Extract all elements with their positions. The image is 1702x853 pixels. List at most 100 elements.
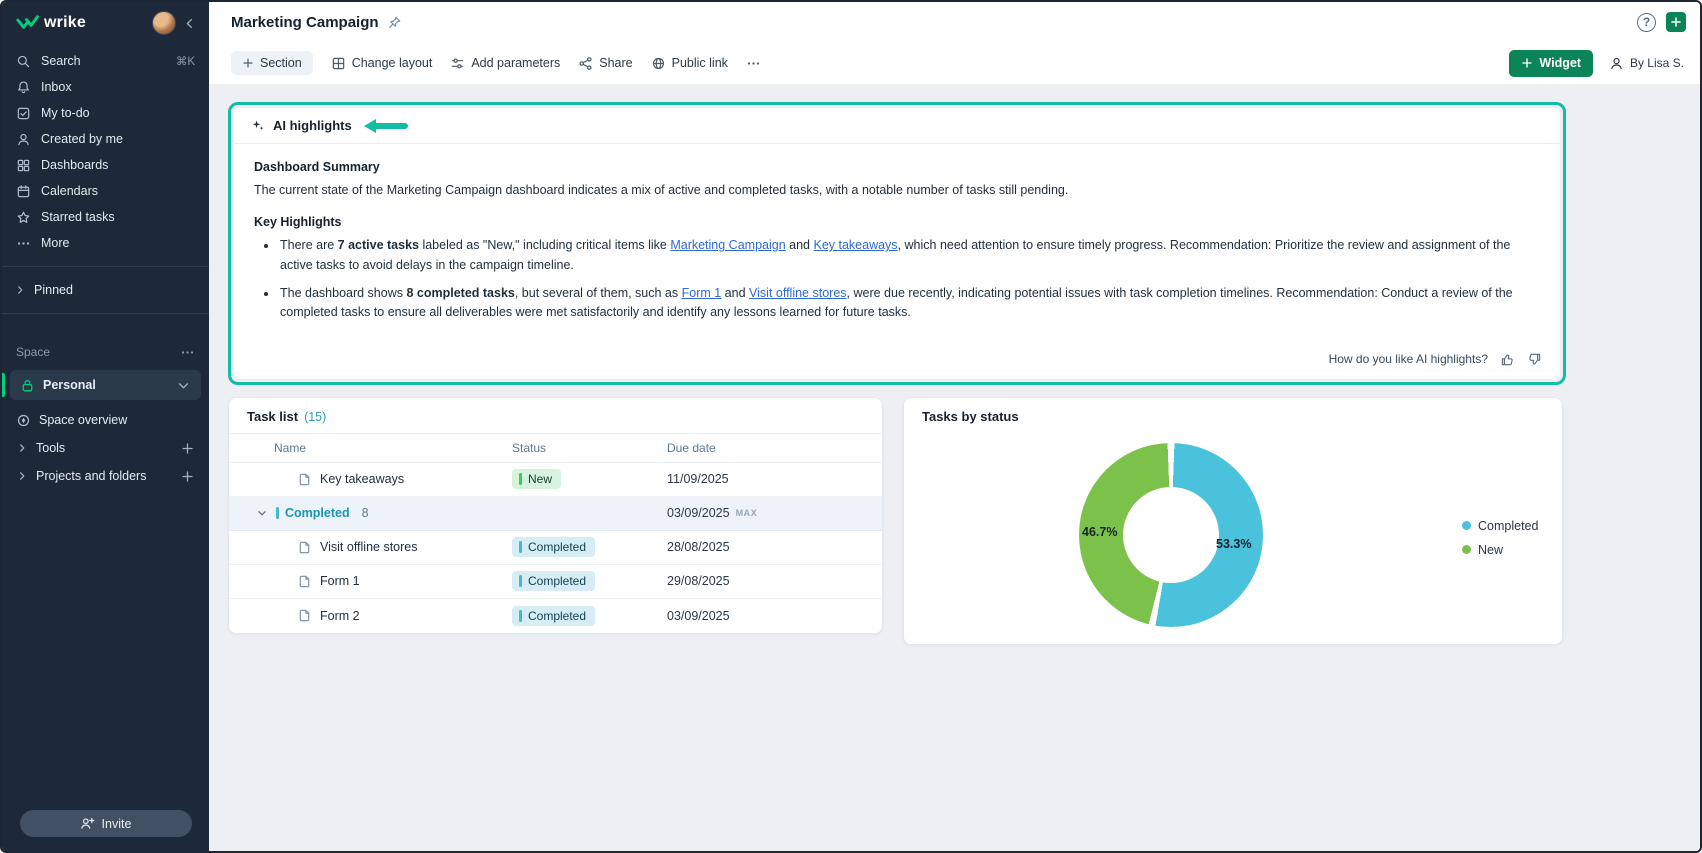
help-icon[interactable]: ? <box>1637 13 1656 32</box>
add-parameters-button[interactable]: Add parameters <box>450 56 560 71</box>
invite-button[interactable]: Invite <box>20 810 192 837</box>
change-layout-label: Change layout <box>352 56 433 70</box>
task-icon <box>297 574 312 589</box>
public-link-button[interactable]: Public link <box>651 56 728 71</box>
ellipsis-icon <box>16 236 31 251</box>
status-badge-completed[interactable]: Completed <box>512 606 595 626</box>
ellipsis-icon <box>746 56 761 71</box>
ai-highlights-title: AI highlights <box>273 118 352 133</box>
task-icon <box>297 540 312 555</box>
toolbar-more-button[interactable] <box>746 56 761 71</box>
sidebar-item-dashboards[interactable]: Dashboards <box>2 152 209 178</box>
column-header-name[interactable]: Name <box>229 441 512 455</box>
sidebar-item-projects-and-folders[interactable]: Projects and folders <box>2 462 209 490</box>
chart-legend: Completed New <box>1462 519 1538 557</box>
sidebar-pinned-toggle[interactable]: Pinned <box>2 277 209 303</box>
user-avatar[interactable] <box>152 11 176 35</box>
task-name: Form 1 <box>320 574 360 588</box>
change-layout-button[interactable]: Change layout <box>331 56 433 71</box>
task-name: Key takeaways <box>320 472 404 486</box>
sidebar-item-label: Starred tasks <box>41 210 115 224</box>
bold-segment: 8 completed tasks <box>406 286 514 300</box>
search-icon <box>16 54 31 69</box>
link-visit-offline-stores[interactable]: Visit offline stores <box>749 286 847 300</box>
completed-group-row[interactable]: Completed 8 03/09/2025 MAX <box>229 497 882 531</box>
legend-item-completed[interactable]: Completed <box>1462 519 1538 533</box>
table-row[interactable]: Visit offline stores Completed 28/08/202… <box>229 531 882 565</box>
sidebar-item-label: More <box>41 236 69 250</box>
thumbs-up-icon[interactable] <box>1500 352 1515 367</box>
status-badge-completed[interactable]: Completed <box>512 571 595 591</box>
sidebar-item-starred-tasks[interactable]: Starred tasks <box>2 204 209 230</box>
byline-filter[interactable]: By Lisa S. <box>1609 56 1684 71</box>
table-row[interactable]: Key takeaways New 11/09/2025 <box>229 463 882 497</box>
add-section-button[interactable]: Section <box>231 51 313 75</box>
group-status-label: Completed <box>276 506 350 520</box>
dashboard-toolbar: Section Change layout Add parameters Sha… <box>209 42 1700 84</box>
legend-dot <box>1462 545 1471 554</box>
widget-label: Widget <box>1539 56 1581 70</box>
due-date: 28/08/2025 <box>667 540 882 554</box>
sidebar-item-inbox[interactable]: Inbox <box>2 74 209 100</box>
due-date: 11/09/2025 <box>667 472 882 486</box>
link-form-1[interactable]: Form 1 <box>682 286 722 300</box>
summary-heading: Dashboard Summary <box>254 158 1540 177</box>
chevron-down-icon <box>176 378 191 393</box>
add-widget-button[interactable]: Widget <box>1509 50 1593 77</box>
add-tools-icon[interactable] <box>180 441 195 456</box>
status-badge-new[interactable]: New <box>512 469 561 489</box>
sidebar-item-search[interactable]: Search ⌘K <box>2 48 209 74</box>
star-icon <box>16 210 31 225</box>
sparkle-icon <box>250 118 265 133</box>
space-more-icon[interactable] <box>180 345 195 360</box>
chevron-right-icon <box>16 470 28 482</box>
legend-item-new[interactable]: New <box>1462 543 1538 557</box>
ai-feedback-row: How do you like AI highlights? <box>234 336 1560 379</box>
task-list-title: Task list <box>247 409 298 424</box>
topbar-right: ? <box>1637 12 1686 32</box>
table-row[interactable]: Form 2 Completed 03/09/2025 <box>229 599 882 633</box>
sidebar-item-my-todo[interactable]: My to-do <box>2 100 209 126</box>
space-item-label: Projects and folders <box>36 469 146 483</box>
pin-icon[interactable] <box>387 15 402 30</box>
group-due-date: 03/09/2025 MAX <box>667 506 882 520</box>
wrike-logo[interactable]: wrike <box>16 14 146 32</box>
thumbs-down-icon[interactable] <box>1527 352 1542 367</box>
link-marketing-campaign[interactable]: Marketing Campaign <box>670 238 785 252</box>
grid-icon <box>16 158 31 173</box>
tasks-by-status-header: Tasks by status <box>904 398 1562 433</box>
annotation-arrow-icon <box>364 119 408 133</box>
legend-label: Completed <box>1478 519 1538 533</box>
column-header-status[interactable]: Status <box>512 441 667 455</box>
widgets-row: Task list (15) Name Status Due date Key … <box>228 397 1700 645</box>
ai-highlights-annotation-box: AI highlights Dashboard Summary The curr… <box>228 102 1566 385</box>
app-window: wrike Search ⌘K Inbox My to-do <box>0 0 1702 853</box>
slice-label-completed: 53.3% <box>1216 537 1251 551</box>
space-item-label: Space overview <box>39 413 127 427</box>
add-project-icon[interactable] <box>180 469 195 484</box>
sidebar-item-label: Search <box>41 54 81 68</box>
sidebar-collapse-icon[interactable] <box>182 16 197 31</box>
sidebar-item-label: My to-do <box>41 106 90 120</box>
table-row[interactable]: Form 1 Completed 29/08/2025 <box>229 565 882 599</box>
sidebar-item-more[interactable]: More <box>2 230 209 256</box>
sidebar-item-calendars[interactable]: Calendars <box>2 178 209 204</box>
global-add-button[interactable] <box>1666 12 1686 32</box>
space-selector-personal[interactable]: Personal <box>10 370 201 400</box>
link-key-takeaways[interactable]: Key takeaways <box>813 238 897 252</box>
sidebar-item-created-by-me[interactable]: Created by me <box>2 126 209 152</box>
overview-icon <box>16 413 31 428</box>
column-header-due-date[interactable]: Due date <box>667 441 882 455</box>
chevron-right-icon <box>16 442 28 454</box>
sidebar-item-tools[interactable]: Tools <box>2 434 209 462</box>
status-badge-completed[interactable]: Completed <box>512 537 595 557</box>
space-header-label: Space <box>16 345 50 359</box>
ai-highlights-header: AI highlights <box>234 108 1560 144</box>
text-segment: The dashboard shows <box>280 286 406 300</box>
sidebar-top: wrike <box>2 2 209 44</box>
chevron-down-icon[interactable] <box>256 507 268 519</box>
bell-icon <box>16 80 31 95</box>
task-name: Form 2 <box>320 609 360 623</box>
share-button[interactable]: Share <box>578 56 632 71</box>
sidebar-item-space-overview[interactable]: Space overview <box>2 406 209 434</box>
